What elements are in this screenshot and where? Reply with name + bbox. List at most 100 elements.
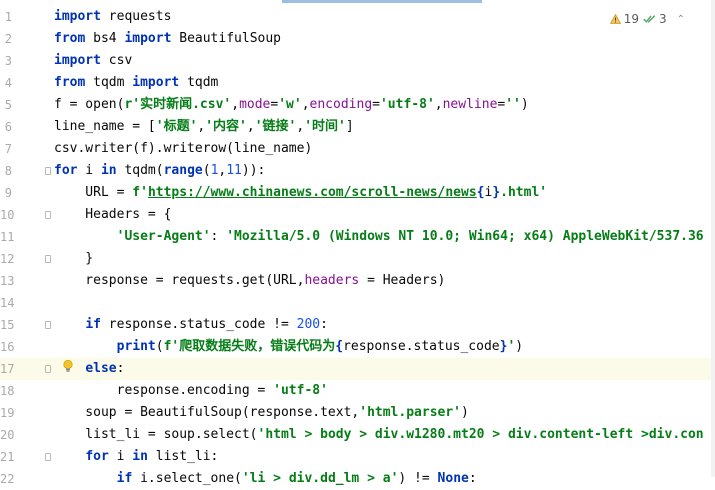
line-number[interactable]: 16 (0, 336, 14, 358)
code-token: list_li = soup.select( (54, 427, 258, 442)
code-line[interactable]: 2 from bs4 import BeautifulSoup (0, 28, 715, 50)
code-token: f'爬取数据失败，错误代码为 (163, 339, 336, 354)
fold-marker-icon[interactable] (45, 255, 51, 263)
warnings-indicator[interactable]: 19 (609, 12, 639, 26)
line-number[interactable]: 20 (0, 424, 14, 446)
line-number[interactable]: 11 (0, 226, 14, 248)
code-token: csv (100, 53, 133, 68)
code-token: i (77, 163, 101, 178)
code-token: import (132, 75, 180, 90)
code-text[interactable]: if response.status_code != 200: (54, 314, 328, 336)
code-token: list_li: (147, 449, 219, 464)
code-text[interactable]: for i in tqdm(range(1,11)): (54, 160, 265, 182)
code-token: 11 (226, 163, 242, 178)
code-line[interactable]: 6 line_name = ['标题','内容','链接','时间'] (0, 116, 715, 138)
code-text[interactable]: response = requests.get(URL,headers = He… (54, 270, 445, 292)
code-line[interactable]: 19 soup = BeautifulSoup(response.text,'h… (0, 402, 715, 424)
code-line[interactable]: 20 list_li = soup.select('html > body > … (0, 424, 715, 446)
code-token: mode (239, 97, 271, 112)
lightbulb-icon[interactable] (61, 359, 75, 373)
weak-warnings-count: 3 (658, 12, 667, 26)
code-token: '时间' (304, 119, 346, 134)
line-number[interactable]: 2 (0, 28, 12, 50)
code-token: from (54, 31, 86, 46)
line-number[interactable]: 3 (0, 50, 12, 72)
line-number[interactable]: 12 (0, 248, 14, 270)
line-number[interactable]: 14 (0, 292, 14, 314)
code-line[interactable]: 16 print(f'爬取数据失败，错误代码为{response.status_… (0, 336, 715, 358)
code-text[interactable]: URL = f'https://www.chinanews.com/scroll… (54, 182, 547, 204)
line-number[interactable]: 15 (0, 314, 14, 336)
code-text[interactable]: from bs4 import BeautifulSoup (54, 28, 281, 50)
line-number[interactable]: 19 (0, 402, 14, 424)
code-text[interactable]: 'User-Agent': 'Mozilla/5.0 (Windows NT 1… (54, 226, 704, 248)
line-number[interactable]: 10 (0, 204, 14, 226)
code-line[interactable]: 3 import csv (0, 50, 715, 72)
code-text[interactable]: } (54, 248, 93, 270)
code-token: = (372, 97, 380, 112)
chevron-up-icon[interactable]: ⌃ (677, 14, 685, 25)
code-token: ) (515, 339, 524, 354)
code-line[interactable]: 17 else: (0, 358, 715, 380)
code-text[interactable]: list_li = soup.select('html > body > div… (54, 424, 703, 446)
code-text[interactable]: import requests (54, 6, 171, 28)
code-line[interactable]: 1 import requests (0, 6, 715, 28)
vertical-scrollbar[interactable] (711, 0, 715, 477)
code-line[interactable]: 10 Headers = { (0, 204, 715, 226)
code-line[interactable]: 21 for i in list_li: (0, 446, 715, 468)
code-text[interactable]: if i.select_one('li > div.dd_lm > a') !=… (54, 468, 477, 490)
line-number[interactable]: 8 (0, 160, 12, 182)
code-line[interactable]: 4 from tqdm import tqdm (0, 72, 715, 94)
fold-marker-icon[interactable] (45, 365, 51, 373)
fold-marker-icon[interactable] (45, 167, 51, 175)
code-line[interactable]: 12 } (0, 248, 715, 270)
fold-marker-icon[interactable] (45, 321, 51, 329)
code-line[interactable]: 14 (0, 292, 715, 314)
code-text[interactable]: import csv (54, 50, 132, 72)
code-text[interactable]: print(f'爬取数据失败，错误代码为{response.status_cod… (54, 336, 523, 358)
line-number[interactable]: 5 (0, 94, 12, 116)
code-text[interactable]: response.encoding = 'utf-8' (54, 380, 328, 402)
code-line[interactable]: 8 for i in tqdm(range(1,11)): (0, 160, 715, 182)
fold-marker-icon[interactable] (45, 211, 51, 219)
line-number[interactable]: 21 (0, 446, 14, 468)
code-line[interactable]: 9 URL = f'https://www.chinanews.com/scro… (0, 182, 715, 204)
code-token: tqdm (179, 75, 219, 90)
code-line[interactable]: 18 response.encoding = 'utf-8' (0, 380, 715, 402)
code-token: else (85, 361, 117, 376)
code-text[interactable]: line_name = ['标题','内容','链接','时间'] (54, 116, 354, 138)
code-line[interactable]: 13 response = requests.get(URL,headers =… (0, 270, 715, 292)
code-token: ( (202, 163, 211, 178)
code-token: requests (100, 9, 172, 24)
line-number[interactable]: 17 (0, 358, 14, 380)
line-number[interactable]: 18 (0, 380, 14, 402)
code-text[interactable]: f = open(r'实时新闻.csv',mode='w',encoding='… (54, 94, 529, 116)
line-number[interactable]: 22 (0, 468, 14, 490)
line-number[interactable]: 4 (0, 72, 12, 94)
code-text[interactable]: csv.writer(f).writerow(line_name) (54, 138, 312, 160)
line-number[interactable]: 9 (0, 182, 12, 204)
code-text[interactable]: for i in list_li: (54, 446, 218, 468)
inspection-widget[interactable]: 19 3 ⌃ (609, 10, 685, 28)
code-line[interactable]: 22 if i.select_one('li > div.dd_lm > a')… (0, 468, 715, 490)
line-number[interactable]: 1 (0, 6, 12, 28)
code-line[interactable]: 11 'User-Agent': 'Mozilla/5.0 (Windows N… (0, 226, 715, 248)
code-text[interactable]: from tqdm import tqdm (54, 72, 218, 94)
code-line[interactable]: 5f = open(r'实时新闻.csv',mode='w',encoding=… (0, 94, 715, 116)
code-token: = Headers) (359, 273, 446, 288)
fold-marker-icon[interactable] (45, 453, 51, 461)
code-token: response = requests.get(URL, (54, 273, 305, 288)
code-text[interactable]: soup = BeautifulSoup(response.text,'html… (54, 402, 469, 424)
active-tab-indicator (282, 0, 482, 3)
code-token: f' (132, 185, 148, 200)
code-token: ) != (398, 471, 438, 486)
line-number[interactable]: 13 (0, 270, 14, 292)
weak-warnings-indicator[interactable]: 3 (643, 12, 667, 26)
code-token: , (301, 97, 310, 112)
line-number[interactable]: 7 (0, 138, 12, 160)
code-line[interactable]: 15 if response.status_code != 200: (0, 314, 715, 336)
code-text[interactable]: Headers = { (54, 204, 171, 226)
line-number[interactable]: 6 (0, 116, 12, 138)
code-line[interactable]: 7 csv.writer(f).writerow(line_name) (0, 138, 715, 160)
